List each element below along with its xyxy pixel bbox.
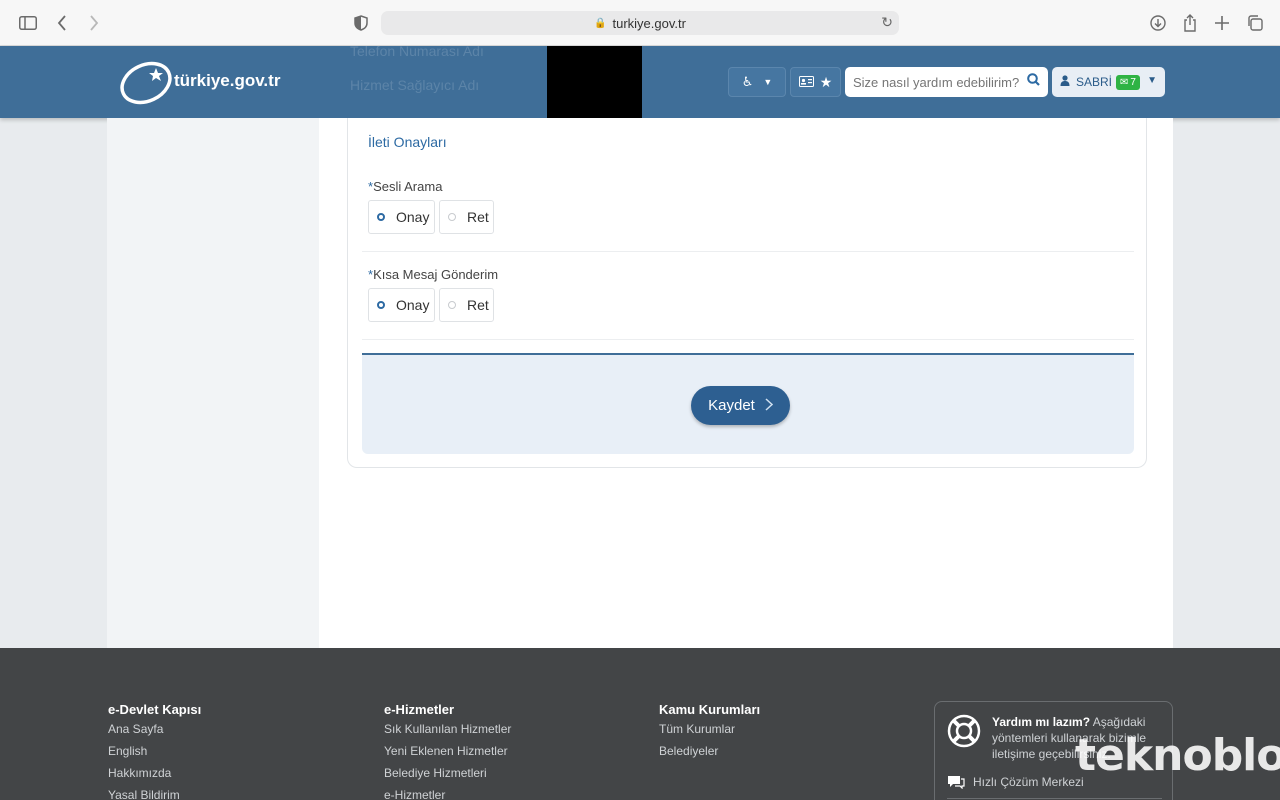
footer-col-ehizmetler: e-Hizmetler Sık Kullanılan Hizmetler Yen… (384, 702, 511, 800)
footer-link-legal[interactable]: Yasal Bildirim (108, 788, 201, 800)
footer-link-home[interactable]: Ana Sayfa (108, 722, 201, 744)
field-label-voice-call: *Sesli Arama (368, 179, 443, 194)
turkiye-gov-logo[interactable]: türkiye.gov.tr (118, 58, 308, 106)
lock-icon: 🔒 (594, 17, 607, 29)
left-sidebar (107, 118, 319, 667)
radio-selected-icon (377, 213, 385, 221)
reload-icon[interactable]: ↻ (881, 14, 893, 31)
chevron-right-icon (765, 397, 773, 414)
radio-voice-call-reject[interactable]: Ret (439, 200, 494, 234)
url-text: turkiye.gov.tr (612, 15, 686, 31)
sidebar-toggle-icon[interactable] (16, 11, 40, 35)
star-icon: ★ (819, 73, 833, 90)
message-count: 7 (1130, 76, 1136, 88)
id-card-icon (798, 75, 814, 90)
search-input[interactable] (853, 74, 1023, 90)
footer-link-about[interactable]: Hakkımızda (108, 766, 201, 788)
divider (947, 798, 1162, 799)
footer-link-all-institutions[interactable]: Tüm Kurumlar (659, 722, 760, 744)
envelope-icon: ✉ (1120, 76, 1129, 88)
back-icon[interactable] (50, 11, 74, 35)
divider (362, 251, 1134, 252)
radio-voice-call-approve[interactable]: Onay (368, 200, 435, 234)
radio-unselected-icon (448, 213, 456, 221)
share-icon[interactable] (1178, 11, 1202, 35)
radio-sms-approve[interactable]: Onay (368, 288, 435, 322)
svg-text:türkiye.gov.tr: türkiye.gov.tr (174, 71, 281, 90)
footer-link-frequent[interactable]: Sık Kullanılan Hizmetler (384, 722, 511, 744)
form-actions: Kaydet (362, 353, 1134, 454)
save-button[interactable]: Kaydet (691, 386, 790, 425)
radio-unselected-icon (448, 301, 456, 309)
chat-icon (947, 775, 965, 790)
footer-heading: e-Hizmetler (384, 702, 455, 717)
message-consent-form: İleti Onayları *Sesli Arama Onay Ret *Kı… (347, 118, 1147, 468)
lifebuoy-icon (947, 714, 981, 748)
radio-selected-icon (377, 301, 385, 309)
radio-sms-reject[interactable]: Ret (439, 288, 494, 322)
address-bar[interactable]: 🔒 turkiye.gov.tr ↻ (381, 11, 899, 35)
search-box (845, 67, 1048, 97)
footer-link-municipal[interactable]: Belediye Hizmetleri (384, 766, 511, 788)
ghost-text-provider: Hizmet Sağlayıcı Adı (350, 77, 480, 93)
message-badge[interactable]: ✉ 7 (1116, 74, 1140, 90)
divider (362, 339, 1134, 340)
chevron-down-icon: ▼ (1147, 75, 1157, 86)
user-menu-button[interactable]: SABRİ ✉ 7 ▼ (1052, 67, 1165, 97)
ghost-text-phone: Telefon Numarası Adı (350, 43, 484, 59)
field-label-sms: *Kısa Mesaj Gönderim (368, 267, 499, 282)
footer-link-english[interactable]: English (108, 744, 201, 766)
favorites-button[interactable]: ★ (790, 67, 841, 97)
main-content: İleti Onayları *Sesli Arama Onay Ret *Kı… (107, 118, 1173, 667)
footer-heading: e-Devlet Kapısı (108, 702, 202, 717)
redaction-box (547, 46, 642, 121)
footer-link-municipalities[interactable]: Belediyeler (659, 744, 760, 766)
new-tab-icon[interactable] (1210, 11, 1234, 35)
accessibility-button[interactable]: ♿ ▼ (728, 67, 786, 97)
footer-link-new[interactable]: Yeni Eklenen Hizmetler (384, 744, 511, 766)
user-icon (1060, 75, 1070, 89)
search-icon[interactable] (1027, 73, 1040, 89)
forward-icon[interactable] (82, 11, 106, 35)
chevron-down-icon: ▼ (763, 77, 773, 87)
download-icon[interactable] (1146, 11, 1170, 35)
quick-solution-link[interactable]: Hızlı Çözüm Merkezi (947, 775, 1084, 790)
footer-link-eservices[interactable]: e-Hizmetler (384, 788, 511, 800)
footer-col-edevlet: e-Devlet Kapısı Ana Sayfa English Hakkım… (108, 702, 201, 800)
privacy-shield-icon[interactable] (349, 11, 373, 35)
accessibility-icon: ♿ (741, 74, 754, 89)
tab-overview-icon[interactable] (1243, 11, 1267, 35)
browser-toolbar: 🔒 turkiye.gov.tr ↻ (0, 0, 1280, 46)
user-name: SABRİ (1076, 75, 1113, 89)
section-title: İleti Onayları (368, 134, 447, 150)
watermark: teknoblog (1075, 730, 1280, 781)
footer-heading: Kamu Kurumları (659, 702, 761, 717)
footer-col-institutions: Kamu Kurumları Tüm Kurumlar Belediyeler (659, 702, 760, 766)
